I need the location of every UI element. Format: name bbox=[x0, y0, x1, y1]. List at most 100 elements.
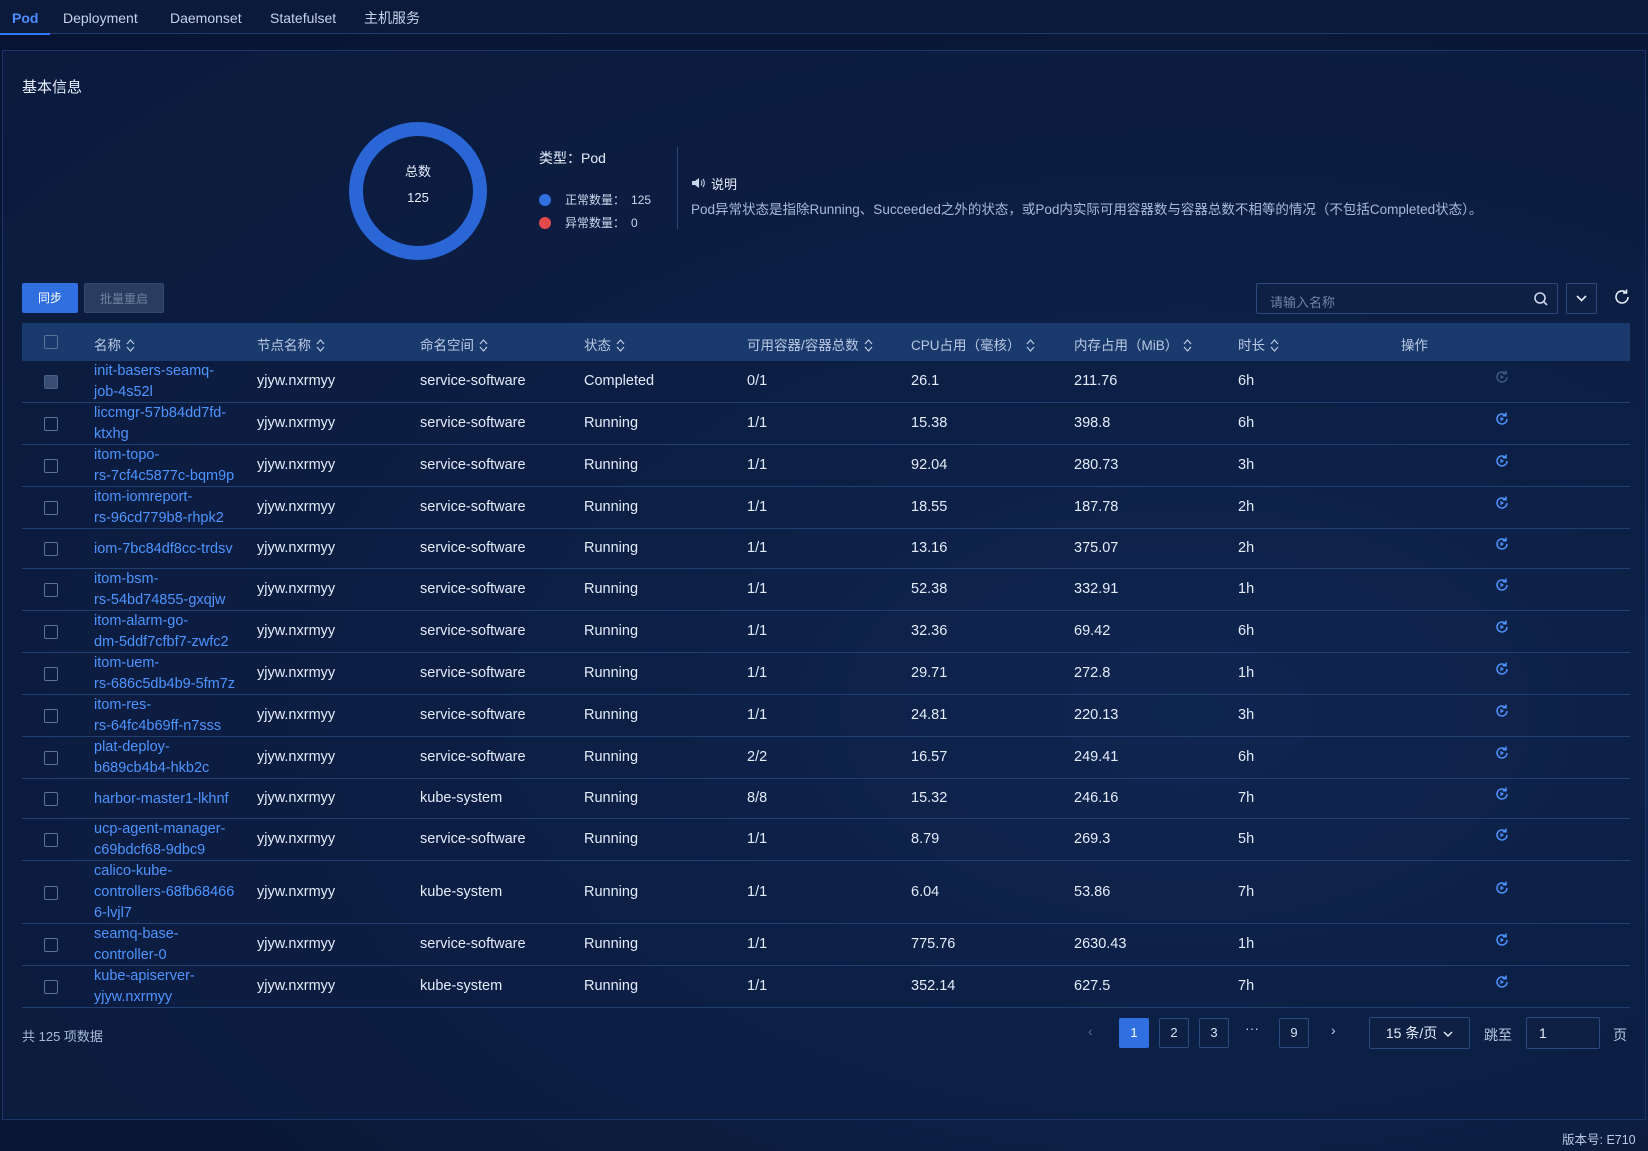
page-ellipsis[interactable]: ··· bbox=[1245, 1020, 1259, 1036]
header-name[interactable]: 名称 bbox=[94, 334, 135, 354]
pod-name-link[interactable]: calico-kube-controllers-68fb68466 6-lvjl7 bbox=[94, 861, 234, 924]
row-checkbox[interactable] bbox=[44, 751, 58, 765]
restart-icon[interactable] bbox=[1494, 880, 1510, 896]
pod-name-link[interactable]: itom-res-rs-64fc4b69ff-n7sss bbox=[94, 695, 221, 737]
row-checkbox[interactable] bbox=[44, 980, 58, 994]
pod-name-link[interactable]: plat-deploy-b689cb4b4-hkb2c bbox=[94, 737, 209, 779]
restart-icon[interactable] bbox=[1494, 745, 1510, 761]
tab-deployment[interactable]: Deployment bbox=[63, 0, 138, 34]
pod-name-link[interactable]: harbor-master1-lkhnf bbox=[94, 789, 229, 810]
table-row[interactable]: itom-alarm-go-dm-5ddf7cfbf7-zwfc2 yjyw.nx… bbox=[22, 611, 1630, 653]
batch-restart-button[interactable]: 批量重启 bbox=[84, 283, 164, 313]
header-namespace[interactable]: 命名空间 bbox=[420, 334, 488, 354]
table-row[interactable]: liccmgr-57b84dd7fd-ktxhg yjyw.nxrmyy servi… bbox=[22, 403, 1630, 445]
row-checkbox[interactable] bbox=[44, 792, 58, 806]
tab-daemonset[interactable]: Daemonset bbox=[170, 0, 242, 34]
restart-icon[interactable] bbox=[1494, 495, 1510, 511]
pod-name-link[interactable]: iom-7bc84df8cc-trdsv bbox=[94, 539, 233, 560]
row-checkbox[interactable] bbox=[44, 885, 58, 900]
table-row[interactable]: itom-res-rs-64fc4b69ff-n7sss yjyw.nxrmyy s… bbox=[22, 695, 1630, 737]
pod-name-link[interactable]: init-basers-seamq-job-4s52l bbox=[94, 361, 214, 403]
page-2-button[interactable]: 2 bbox=[1159, 1018, 1189, 1048]
containers-cell: 1/1 bbox=[747, 623, 768, 639]
table-row[interactable]: ucp-agent-manager-c69bdcf68-9dbc9 yjyw.nx… bbox=[22, 819, 1630, 861]
pod-name-link[interactable]: seamq-base-controller-0 bbox=[94, 924, 179, 966]
row-checkbox[interactable] bbox=[44, 667, 58, 681]
header-age[interactable]: 时长 bbox=[1238, 334, 1279, 354]
refresh-icon[interactable] bbox=[1612, 287, 1632, 307]
row-checkbox[interactable] bbox=[44, 501, 58, 515]
restart-icon[interactable] bbox=[1494, 786, 1510, 802]
restart-icon[interactable] bbox=[1494, 974, 1510, 990]
containers-cell: 1/1 bbox=[747, 831, 768, 847]
page-size-select[interactable]: 15 条/页 bbox=[1369, 1017, 1470, 1049]
restart-icon[interactable] bbox=[1494, 703, 1510, 719]
header-node[interactable]: 节点名称 bbox=[257, 334, 325, 354]
page-3-button[interactable]: 3 bbox=[1199, 1018, 1229, 1048]
row-checkbox[interactable] bbox=[44, 709, 58, 723]
next-page-button[interactable]: › bbox=[1331, 1022, 1336, 1038]
pod-name-link[interactable]: itom-iomreport-rs-96cd779b8-rhpk2 bbox=[94, 487, 224, 529]
table-row[interactable]: itom-topo-rs-7cf4c5877c-bqm9p yjyw.nxrmyy… bbox=[22, 445, 1630, 487]
header-memory[interactable]: 内存占用（MiB） bbox=[1074, 334, 1192, 354]
row-checkbox[interactable] bbox=[44, 417, 58, 431]
row-checkbox[interactable] bbox=[44, 833, 58, 847]
table-row[interactable]: iom-7bc84df8cc-trdsv yjyw.nxrmyy service-s… bbox=[22, 529, 1630, 569]
table-row[interactable]: init-basers-seamq-job-4s52l yjyw.nxrmyy se… bbox=[22, 361, 1630, 403]
filter-dropdown-button[interactable] bbox=[1566, 283, 1597, 314]
page-9-button[interactable]: 9 bbox=[1279, 1018, 1309, 1048]
restart-icon[interactable] bbox=[1494, 661, 1510, 677]
header-cpu[interactable]: CPU占用（毫核） bbox=[911, 334, 1035, 354]
table-row[interactable]: kube-apiserver-yjyw.nxrmyy yjyw.nxrmyy kub… bbox=[22, 966, 1630, 1008]
pod-name-link[interactable]: itom-topo-rs-7cf4c5877c-bqm9p bbox=[94, 445, 234, 487]
restart-icon[interactable] bbox=[1494, 411, 1510, 427]
sort-icon bbox=[316, 339, 325, 352]
pod-name-link[interactable]: kube-apiserver-yjyw.nxrmyy bbox=[94, 966, 195, 1008]
restart-icon[interactable] bbox=[1494, 453, 1510, 469]
tab-pod[interactable]: Pod bbox=[0, 0, 52, 35]
select-all-checkbox[interactable] bbox=[44, 335, 58, 349]
restart-icon[interactable] bbox=[1494, 827, 1510, 843]
pod-name-link[interactable]: liccmgr-57b84dd7fd-ktxhg bbox=[94, 403, 226, 445]
containers-cell: 1/1 bbox=[747, 665, 768, 681]
node-name-cell: yjyw.nxrmyy bbox=[257, 749, 336, 765]
cpu-cell: 92.04 bbox=[911, 457, 948, 473]
cpu-cell: 13.16 bbox=[911, 540, 948, 556]
restart-icon[interactable] bbox=[1494, 932, 1510, 948]
restart-icon[interactable] bbox=[1494, 577, 1510, 593]
table-row[interactable]: itom-uem-rs-686c5db4b9-5fm7z yjyw.nxrmyy s… bbox=[22, 653, 1630, 695]
header-containers[interactable]: 可用容器/容器总数 bbox=[747, 334, 873, 354]
row-checkbox[interactable] bbox=[44, 583, 58, 597]
table-row[interactable]: plat-deploy-b689cb4b4-hkb2c yjyw.nxrmyy se… bbox=[22, 737, 1630, 779]
tab-host-service[interactable]: 主机服务 bbox=[364, 0, 420, 34]
pod-name-link[interactable]: itom-uem-rs-686c5db4b9-5fm7z bbox=[94, 653, 235, 695]
restart-icon[interactable] bbox=[1494, 536, 1510, 552]
search-input[interactable]: 请输入名称 bbox=[1256, 283, 1558, 314]
sync-button[interactable]: 同步 bbox=[22, 283, 78, 313]
total-count: 共 125 项数据 bbox=[22, 1029, 103, 1044]
status-cell: Running bbox=[584, 978, 639, 994]
row-checkbox[interactable] bbox=[44, 542, 58, 556]
node-name-cell: yjyw.nxrmyy bbox=[257, 581, 336, 597]
row-checkbox[interactable] bbox=[44, 938, 58, 952]
table-row[interactable]: itom-iomreport-rs-96cd779b8-rhpk2 yjyw.nx… bbox=[22, 487, 1630, 529]
status-cell: Running bbox=[584, 540, 639, 556]
search-icon[interactable] bbox=[1533, 291, 1549, 307]
status-cell: Running bbox=[584, 790, 639, 806]
header-status[interactable]: 状态 bbox=[584, 334, 625, 354]
jump-page-input[interactable]: 1 bbox=[1526, 1017, 1600, 1049]
pod-name-link[interactable]: itom-alarm-go-dm-5ddf7cfbf7-zwfc2 bbox=[94, 611, 229, 653]
row-checkbox[interactable] bbox=[44, 625, 58, 639]
prev-page-button[interactable]: ‹ bbox=[1088, 1023, 1093, 1039]
table-row[interactable]: itom-bsm-rs-54bd74855-gxqjw yjyw.nxrmyy se… bbox=[22, 569, 1630, 611]
pod-name-link[interactable]: itom-bsm-rs-54bd74855-gxqjw bbox=[94, 569, 225, 611]
restart-icon[interactable] bbox=[1494, 619, 1510, 635]
cpu-cell: 24.81 bbox=[911, 707, 948, 723]
table-row[interactable]: calico-kube-controllers-68fb68466 6-lvjl7… bbox=[22, 861, 1630, 924]
tab-statefulset[interactable]: Statefulset bbox=[270, 0, 336, 34]
table-row[interactable]: seamq-base-controller-0 yjyw.nxrmyy servic… bbox=[22, 924, 1630, 966]
table-row[interactable]: harbor-master1-lkhnf yjyw.nxrmyy kube-syst… bbox=[22, 779, 1630, 819]
pod-name-link[interactable]: ucp-agent-manager-c69bdcf68-9dbc9 bbox=[94, 819, 225, 861]
page-1-button[interactable]: 1 bbox=[1119, 1018, 1149, 1048]
row-checkbox[interactable] bbox=[44, 459, 58, 473]
